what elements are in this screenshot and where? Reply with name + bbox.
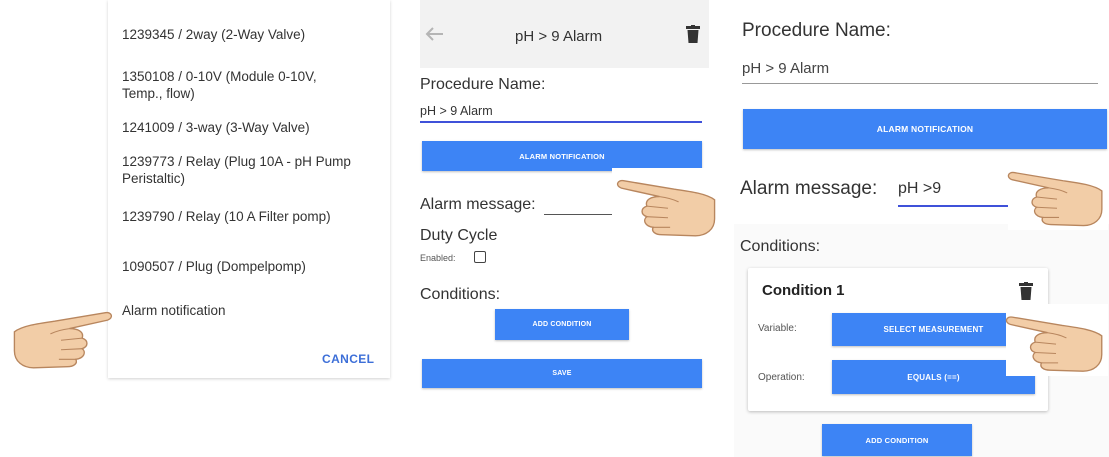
list-item[interactable]: 1241009 / 3-way (3-Way Valve) bbox=[122, 119, 310, 136]
procedure-name-field[interactable]: pH > 9 Alarm bbox=[742, 60, 829, 77]
app-bar: pH > 9 Alarm bbox=[420, 0, 709, 68]
list-item[interactable]: 1350108 / 0-10V (Module 0-10V, Temp., fl… bbox=[122, 68, 352, 102]
pointing-hand-icon bbox=[13, 311, 113, 369]
procedure-name-label: Procedure Name: bbox=[420, 76, 546, 93]
conditions-label: Conditions: bbox=[740, 238, 821, 255]
add-condition-button[interactable]: ADD CONDITION bbox=[495, 309, 629, 340]
conditions-label: Conditions: bbox=[420, 286, 501, 303]
alarm-message-label: Alarm message: bbox=[740, 178, 878, 199]
alarm-message-underline bbox=[898, 205, 1016, 207]
procedure-name-underline bbox=[742, 83, 1098, 84]
list-item-alarm-notification[interactable]: Alarm notification bbox=[122, 302, 226, 319]
list-item[interactable]: 1239790 / Relay (10 A Filter pomp) bbox=[122, 208, 331, 225]
add-condition-button[interactable]: ADD CONDITION bbox=[822, 424, 972, 456]
page-title: pH > 9 Alarm bbox=[515, 28, 603, 45]
cancel-button[interactable]: CANCEL bbox=[322, 352, 374, 366]
procedure-name-label: Procedure Name: bbox=[742, 20, 891, 41]
list-item[interactable]: 1090507 / Plug (Dompelpomp) bbox=[122, 258, 306, 275]
procedure-name-field[interactable]: pH > 9 Alarm bbox=[420, 104, 493, 118]
device-select-dialog: 1239345 / 2way (2-Way Valve) 1350108 / 0… bbox=[108, 0, 390, 378]
procedure-name-underline bbox=[420, 121, 702, 123]
condition-card: Condition 1 Variable: SELECT MEASUREMENT… bbox=[748, 268, 1048, 411]
list-item[interactable]: 1239773 / Relay (Plug 10A - pH Pump Peri… bbox=[122, 153, 352, 187]
alarm-notification-button[interactable]: ALARM NOTIFICATION bbox=[743, 109, 1107, 149]
duty-cycle-label: Duty Cycle bbox=[420, 227, 498, 244]
operation-label: Operation: bbox=[758, 372, 805, 383]
arrow-left-icon[interactable] bbox=[424, 26, 444, 42]
alarm-message-field[interactable]: pH >9 bbox=[898, 180, 941, 198]
condition-title: Condition 1 bbox=[762, 282, 845, 299]
list-item[interactable]: 1239345 / 2way (2-Way Valve) bbox=[122, 26, 305, 43]
trash-icon[interactable] bbox=[1019, 282, 1033, 300]
pointing-hand-icon bbox=[1007, 171, 1103, 227]
enabled-checkbox[interactable] bbox=[474, 251, 486, 263]
enabled-label: Enabled: bbox=[420, 253, 456, 263]
trash-icon[interactable] bbox=[686, 25, 700, 43]
alarm-notification-button[interactable]: ALARM NOTIFICATION bbox=[422, 141, 702, 171]
alarm-message-label: Alarm message: bbox=[420, 196, 536, 213]
variable-label: Variable: bbox=[758, 323, 797, 334]
pointing-hand-icon bbox=[1005, 316, 1103, 372]
save-button[interactable]: SAVE bbox=[422, 359, 702, 388]
pointing-hand-icon bbox=[616, 179, 716, 237]
